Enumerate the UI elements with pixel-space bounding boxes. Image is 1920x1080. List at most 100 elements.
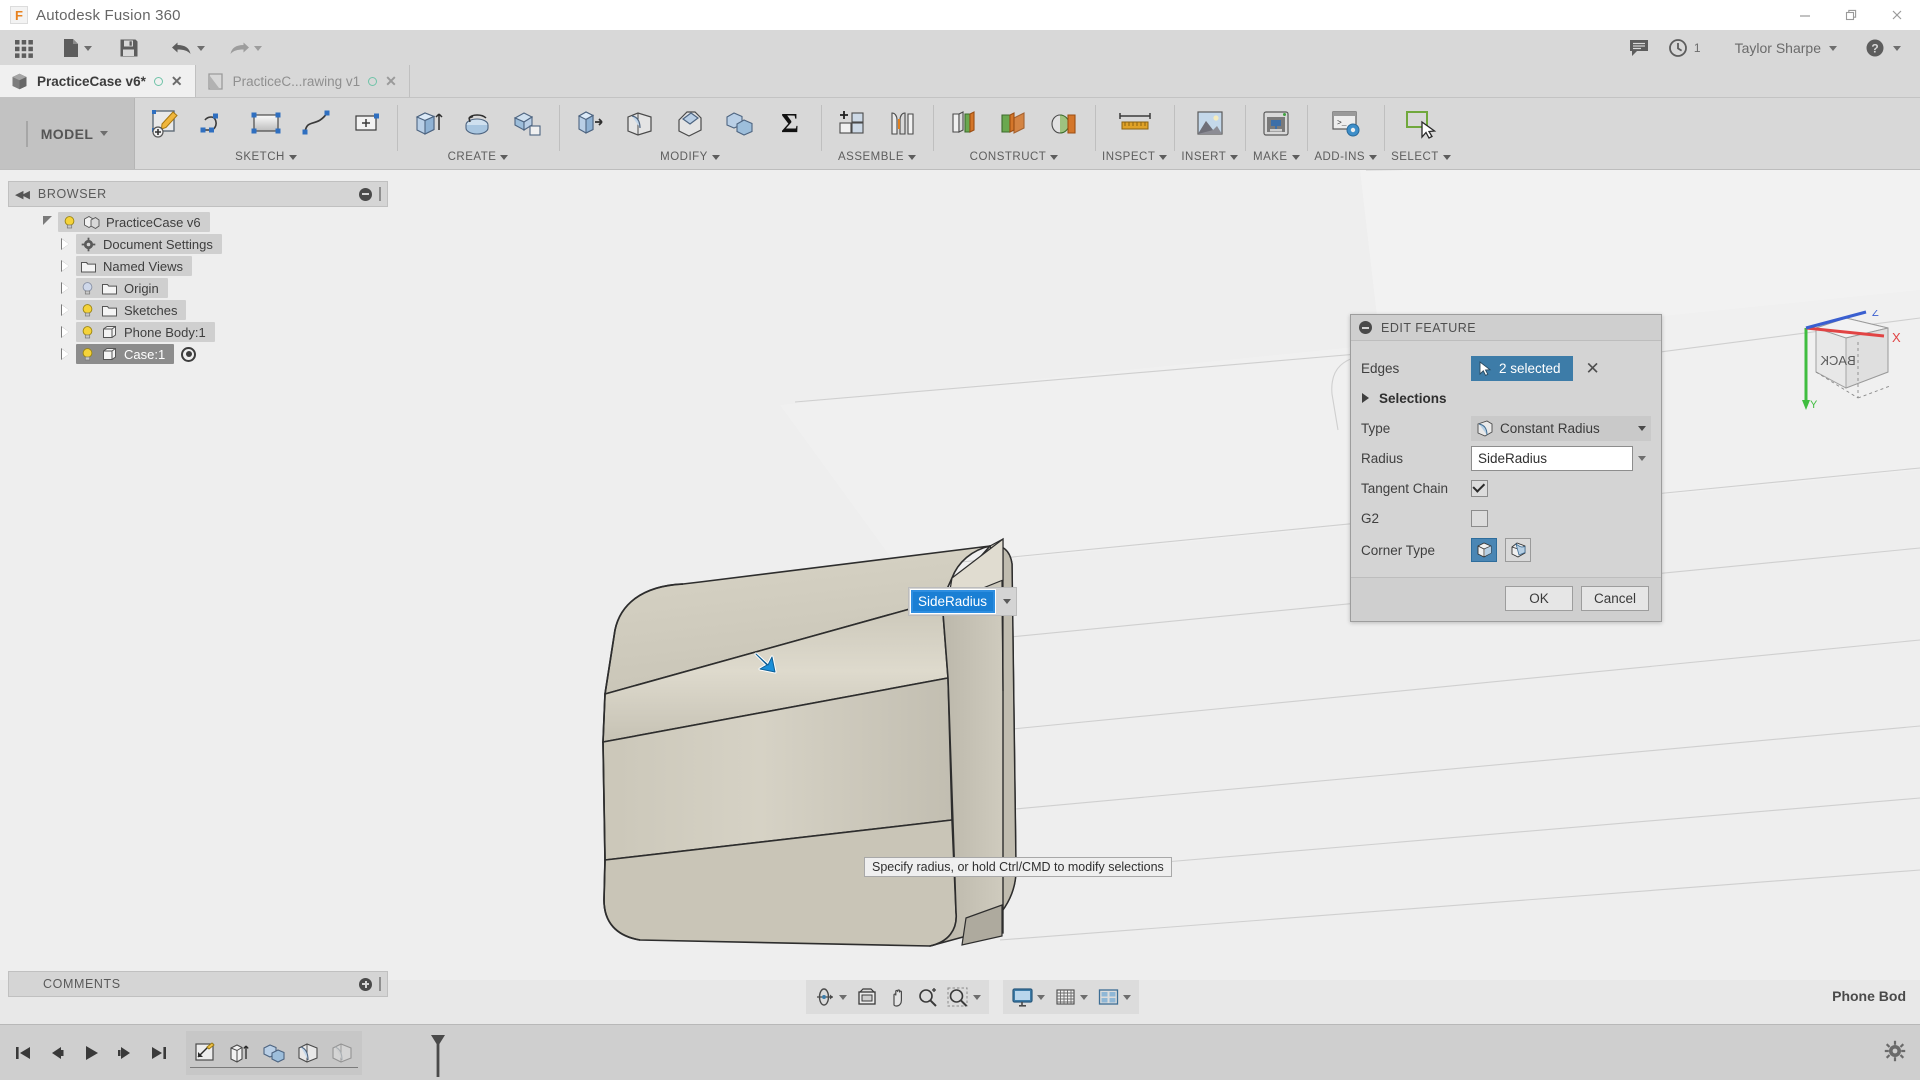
minus-circle-icon[interactable] bbox=[359, 187, 372, 201]
revolve-button[interactable] bbox=[454, 101, 502, 147]
orbit-button[interactable] bbox=[810, 982, 851, 1012]
timeline-sketch-feature[interactable] bbox=[192, 1038, 220, 1068]
sketch-dimension-button[interactable] bbox=[342, 101, 390, 147]
loft-button[interactable] bbox=[504, 101, 552, 147]
undo-button[interactable] bbox=[163, 30, 212, 66]
line-button[interactable] bbox=[192, 101, 240, 147]
tree-row-named-views[interactable]: Named Views bbox=[76, 256, 192, 276]
chevron-down-icon[interactable] bbox=[1638, 425, 1646, 431]
play-button[interactable] bbox=[76, 1036, 106, 1070]
axis-button[interactable] bbox=[1040, 101, 1088, 147]
light-bulb-on-icon[interactable] bbox=[80, 347, 95, 362]
expand-arrow-right-icon[interactable] bbox=[54, 348, 76, 360]
chevron-down-icon[interactable] bbox=[1080, 994, 1088, 1000]
ribbon-group-label[interactable]: SKETCH bbox=[235, 148, 297, 166]
chevron-down-icon[interactable] bbox=[973, 994, 981, 1000]
step-back-button[interactable] bbox=[42, 1036, 72, 1070]
tab-practicecase-drawing-v1[interactable]: PracticeC...rawing v1 ✕ bbox=[195, 65, 410, 97]
ribbon-group-label[interactable]: ADD-INS bbox=[1314, 148, 1378, 166]
list-item[interactable]: Origin bbox=[8, 277, 388, 299]
create-sketch-button[interactable] bbox=[142, 101, 190, 147]
select-button[interactable] bbox=[1397, 101, 1445, 147]
list-item[interactable]: Phone Body:1 bbox=[8, 321, 388, 343]
chevron-down-icon[interactable] bbox=[839, 994, 847, 1000]
ribbon-group-label[interactable]: SELECT bbox=[1391, 148, 1451, 166]
light-bulb-on-icon[interactable] bbox=[80, 325, 95, 340]
close-icon[interactable]: ✕ bbox=[171, 74, 183, 88]
save-button[interactable] bbox=[111, 30, 147, 66]
list-item[interactable]: PracticeCase v6 bbox=[8, 211, 388, 233]
activate-component-radio[interactable] bbox=[181, 346, 197, 362]
tree-row-practicecase[interactable]: PracticeCase v6 bbox=[58, 212, 210, 232]
tree-row-case[interactable]: Case:1 bbox=[76, 344, 175, 364]
restore-icon[interactable] bbox=[1828, 0, 1874, 30]
new-file-button[interactable] bbox=[54, 30, 99, 66]
redo-button[interactable] bbox=[220, 30, 269, 66]
triangle-right-icon[interactable] bbox=[1362, 393, 1369, 403]
chamfer-button[interactable] bbox=[666, 101, 714, 147]
timeline-fillet-feature-2[interactable] bbox=[328, 1038, 356, 1068]
cancel-button[interactable]: Cancel bbox=[1581, 586, 1649, 611]
light-bulb-on-icon[interactable] bbox=[62, 215, 77, 230]
expand-arrow-down-icon[interactable] bbox=[36, 216, 58, 225]
radius-inline-value[interactable]: SideRadius bbox=[909, 589, 997, 614]
spline-button[interactable] bbox=[292, 101, 340, 147]
insert-image-button[interactable] bbox=[1186, 101, 1234, 147]
offset-plane-button[interactable] bbox=[940, 101, 988, 147]
change-parameters-button[interactable]: Σ bbox=[766, 101, 814, 147]
timeline-combine-feature[interactable] bbox=[260, 1038, 288, 1068]
joint-button[interactable] bbox=[878, 101, 926, 147]
rectangle-button[interactable] bbox=[242, 101, 290, 147]
clear-selection-icon[interactable]: ✕ bbox=[1586, 360, 1600, 377]
pan-button[interactable] bbox=[883, 982, 912, 1012]
comments-panel-button[interactable] bbox=[1621, 30, 1657, 66]
ribbon-group-label[interactable]: CREATE bbox=[448, 148, 509, 166]
measure-button[interactable] bbox=[1111, 101, 1159, 147]
ribbon-group-label[interactable]: INSERT bbox=[1181, 148, 1239, 166]
chevron-down-icon[interactable] bbox=[1003, 599, 1012, 604]
tree-row-phone-body[interactable]: Phone Body:1 bbox=[76, 322, 215, 342]
dialog-title-bar[interactable]: EDIT FEATURE bbox=[1351, 315, 1661, 341]
app-grid-button[interactable] bbox=[6, 30, 42, 66]
user-account-menu[interactable]: Taylor Sharpe bbox=[1728, 30, 1844, 66]
expand-arrow-right-icon[interactable] bbox=[54, 282, 76, 294]
expand-arrow-right-icon[interactable] bbox=[54, 304, 76, 316]
view-cube[interactable]: BACK Y X Z bbox=[1780, 307, 1920, 423]
chevron-down-icon[interactable] bbox=[1123, 994, 1131, 1000]
timeline-track[interactable] bbox=[186, 1030, 445, 1077]
g2-checkbox[interactable] bbox=[1471, 509, 1488, 527]
radius-input[interactable]: SideRadius bbox=[1471, 445, 1633, 471]
list-item[interactable]: Case:1 bbox=[8, 343, 388, 365]
timeline-settings-button[interactable] bbox=[1884, 1040, 1920, 1065]
close-icon[interactable] bbox=[1874, 0, 1920, 30]
light-bulb-off-icon[interactable] bbox=[80, 281, 95, 296]
expand-arrow-right-icon[interactable] bbox=[54, 326, 76, 338]
help-menu-button[interactable]: ? bbox=[1858, 30, 1908, 66]
plus-circle-icon[interactable] bbox=[359, 977, 372, 991]
ribbon-group-label[interactable]: MODIFY bbox=[660, 148, 720, 166]
timeline-extrude-feature[interactable] bbox=[226, 1038, 254, 1068]
chevron-down-icon[interactable] bbox=[1037, 994, 1045, 1000]
tree-row-sketches[interactable]: Sketches bbox=[76, 300, 187, 320]
scripts-and-addins-button[interactable]: >_ bbox=[1322, 101, 1370, 147]
viewports-button[interactable] bbox=[1093, 982, 1135, 1012]
list-item[interactable]: Sketches bbox=[8, 299, 388, 321]
extrude-button[interactable] bbox=[404, 101, 452, 147]
combine-button[interactable] bbox=[716, 101, 764, 147]
3d-print-button[interactable] bbox=[1252, 101, 1300, 147]
display-settings-button[interactable] bbox=[1007, 982, 1049, 1012]
list-item[interactable]: Named Views bbox=[8, 255, 388, 277]
press-pull-button[interactable] bbox=[566, 101, 614, 147]
tab-practicecase-v6[interactable]: PracticeCase v6* ✕ bbox=[0, 65, 196, 97]
corner-type-setback[interactable] bbox=[1505, 538, 1531, 562]
grip-icon[interactable] bbox=[379, 977, 381, 991]
double-chevron-left-icon[interactable]: ◀◀ bbox=[15, 188, 30, 201]
expand-arrow-right-icon[interactable] bbox=[54, 260, 76, 272]
ok-button[interactable]: OK bbox=[1505, 586, 1573, 611]
step-forward-button[interactable] bbox=[110, 1036, 140, 1070]
fit-button[interactable] bbox=[943, 982, 985, 1012]
light-bulb-on-icon[interactable] bbox=[80, 303, 95, 318]
expand-arrow-right-icon[interactable] bbox=[54, 238, 76, 250]
ribbon-group-label[interactable]: CONSTRUCT bbox=[970, 148, 1059, 166]
tree-row-origin[interactable]: Origin bbox=[76, 278, 168, 298]
